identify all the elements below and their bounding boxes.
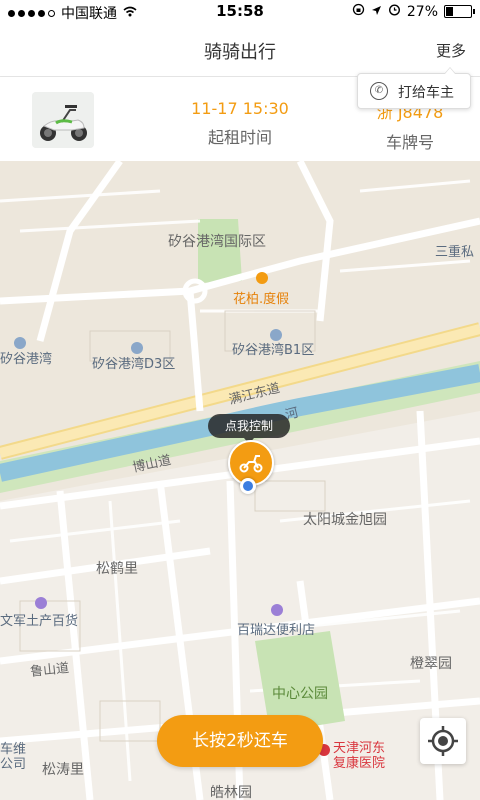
battery-icon: [444, 5, 475, 18]
map-label: 公司: [0, 757, 27, 772]
map-label: 三重私: [435, 245, 475, 260]
map-label: 太阳城金旭园: [303, 512, 387, 528]
battery-percent: 27%: [406, 3, 438, 20]
page-title: 骑骑出行: [204, 42, 276, 63]
map-label: 花柏.度假: [233, 292, 290, 307]
map-label: 中心公园: [272, 686, 328, 702]
scooter-icon: [239, 455, 263, 473]
user-location-dot: [240, 478, 256, 494]
map-label: 复康医院: [333, 756, 386, 771]
map-label: 矽谷港湾国际区: [168, 234, 266, 250]
call-owner-popover[interactable]: ✆ 打给车主: [357, 67, 471, 109]
crosshair-icon: [428, 726, 458, 756]
map-label: 松鹤里: [96, 561, 138, 577]
poi-hotel-icon: [256, 272, 268, 284]
locate-button[interactable]: [420, 718, 466, 764]
more-button[interactable]: 更多: [436, 40, 466, 61]
status-bar: 中国联通 15:58 27%: [0, 0, 480, 24]
alarm-icon: [388, 3, 401, 20]
plate-number-label: 车牌号: [385, 133, 434, 152]
control-tooltip[interactable]: 点我控制: [208, 414, 290, 444]
map-label: 文军土产百货: [0, 614, 79, 629]
map-label: 矽谷港湾: [0, 352, 53, 367]
status-right: 27%: [352, 3, 475, 20]
rotation-lock-icon: [352, 3, 365, 20]
map-view[interactable]: 矽谷港湾国际区 花柏.度假 三重私 矽谷港湾 矽谷港湾D3区 矽谷港湾B1区 满…: [0, 161, 480, 800]
map-label: 松涛里: [42, 762, 84, 778]
call-owner-label: 打给车主: [398, 85, 454, 101]
return-scooter-button[interactable]: 长按2秒还车: [157, 715, 323, 767]
map-label: 矽谷港湾B1区: [232, 343, 315, 358]
location-arrow-icon: [371, 4, 382, 20]
scooter-thumbnail: [32, 92, 94, 148]
rental-time-label: 起租时间: [207, 128, 272, 147]
map-label: 橙翠园: [410, 656, 452, 672]
poi-shop-icon: [35, 597, 47, 609]
rental-time-value: 11-17 15:30: [191, 99, 289, 118]
phone-icon: ✆: [370, 82, 388, 100]
rental-time: 11-17 15:30 起租时间: [180, 99, 300, 148]
map-road-label: 鲁山道: [29, 660, 70, 680]
nav-bar: 骑骑出行 更多: [0, 24, 480, 77]
map-label: 百瑞达便利店: [237, 623, 316, 638]
poi-shop-icon: [271, 604, 283, 616]
map-label: 皓林园: [210, 785, 252, 800]
map-label: 矽谷港湾D3区: [92, 357, 176, 372]
